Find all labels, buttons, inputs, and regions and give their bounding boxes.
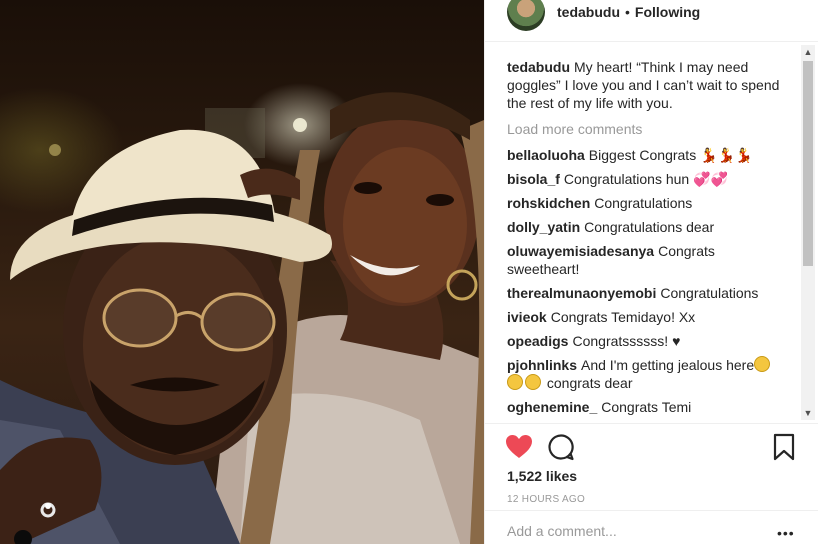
comments-list[interactable]: tedabudu My heart! “Think I may need gogg… <box>507 58 783 420</box>
grin-emoji-icon <box>754 356 771 372</box>
comment-username[interactable]: therealmunaonyemobi <box>507 285 656 301</box>
comment-text: Congrats Temidayo! Xx <box>550 309 696 325</box>
avatar[interactable] <box>507 0 545 31</box>
post-photo[interactable] <box>0 0 484 544</box>
load-more-comments-link[interactable]: Load more comments <box>507 120 783 138</box>
photo-illustration <box>0 92 484 544</box>
post-side-panel: tedabudu • Following tedabudu My heart! “… <box>484 0 818 544</box>
caption: tedabudu My heart! “Think I may need gogg… <box>507 58 783 112</box>
comment-text: Congratulations hun <box>563 171 690 187</box>
grin-emoji-icon <box>507 374 523 390</box>
comments-scrollbar[interactable]: ▲ ▼ <box>801 45 815 420</box>
heart-emoji-icon: ♥ <box>672 333 681 349</box>
comment-username[interactable]: rohskidchen <box>507 195 590 211</box>
hearts-emoji-icon: 💞💞 <box>693 171 728 187</box>
comment-text: Biggest Congrats <box>588 147 697 163</box>
comment-item: ivieok Congrats Temidayo! Xx <box>507 308 783 326</box>
comment-item: pjohnlinks And I'm getting jealous here c… <box>507 356 783 392</box>
comment-item: therealmunaonyemobi Congratulations <box>507 284 783 302</box>
comment-username[interactable]: oluwayemisiadesanya <box>507 243 654 259</box>
comment-item: oluwayemisiadesanya Congrats sweetheart! <box>507 242 783 278</box>
comment-text: Congratulations <box>594 195 693 211</box>
header-separator: • <box>625 3 630 20</box>
comment-item: opeadigs Congratssssss! ♥ <box>507 332 783 350</box>
photo-tag-indicator[interactable] <box>14 530 32 544</box>
comment-text-continued: congrats dear <box>546 375 633 391</box>
header-username[interactable]: tedabudu <box>557 4 620 20</box>
caption-username[interactable]: tedabudu <box>507 59 570 75</box>
comment-username[interactable]: pjohnlinks <box>507 357 577 373</box>
comment-item: oghenemine_ Congrats Temi <box>507 398 783 416</box>
following-button[interactable]: Following <box>635 4 700 20</box>
scrollbar-thumb[interactable] <box>803 61 813 266</box>
comment-item: bisola_f Congratulations hun 💞💞 <box>507 170 783 188</box>
comment-text: Congrats Temi <box>601 399 692 415</box>
post-header: tedabudu • Following <box>485 0 818 42</box>
comment-text: Congratulations dear <box>584 219 715 235</box>
comment-icon[interactable] <box>547 433 575 461</box>
comment-username[interactable]: ivieok <box>507 309 547 325</box>
comment-item: bellaoluoha Biggest Congrats 💃💃💃 <box>507 146 783 164</box>
add-comment-bar: ••• <box>485 510 818 551</box>
add-comment-input[interactable] <box>505 519 769 543</box>
comment-text: And I'm getting jealous here <box>581 357 755 373</box>
comment-username[interactable]: bisola_f <box>507 171 560 187</box>
more-options-icon[interactable]: ••• <box>777 525 795 541</box>
comment-text: Congratulations <box>660 285 759 301</box>
bookmark-icon[interactable] <box>773 433 795 461</box>
comment-username[interactable]: oghenemine_ <box>507 399 597 415</box>
comment-username[interactable]: opeadigs <box>507 333 568 349</box>
heart-icon[interactable] <box>505 434 533 460</box>
post-actions: 1,522 likes 12 HOURS AGO <box>485 423 818 505</box>
grin-emoji-icon <box>525 374 541 390</box>
comment-username[interactable]: dolly_yatin <box>507 219 580 235</box>
post-timestamp[interactable]: 12 HOURS AGO <box>507 494 585 505</box>
comment-username[interactable]: bellaoluoha <box>507 147 585 163</box>
likes-count[interactable]: 1,522 likes <box>507 468 577 484</box>
scroll-up-icon[interactable]: ▲ <box>801 45 815 59</box>
comment-item: dolly_yatin Congratulations dear <box>507 218 783 236</box>
comment-item: rohskidchen Congratulations <box>507 194 783 212</box>
comment-text: Congratssssss! <box>572 333 669 349</box>
scroll-down-icon[interactable]: ▼ <box>801 406 815 420</box>
dancer-emoji-icon: 💃💃💃 <box>700 147 753 163</box>
